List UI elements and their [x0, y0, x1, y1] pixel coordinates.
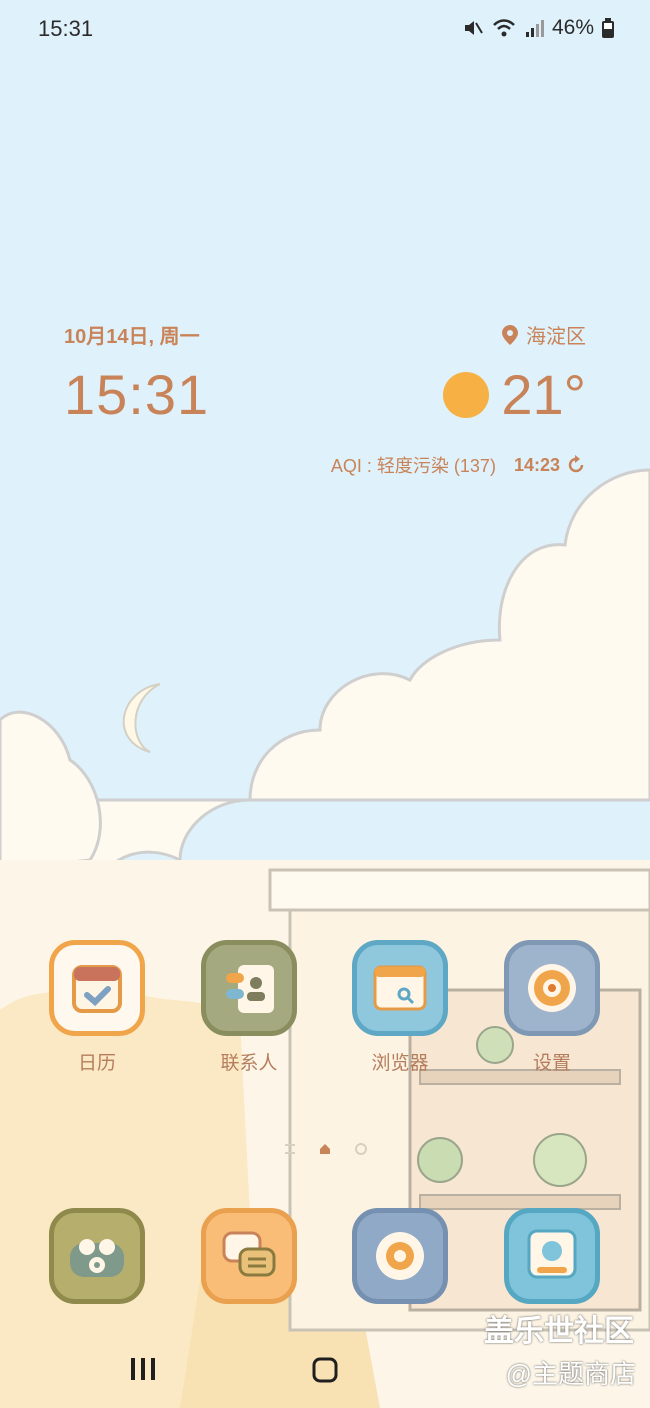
aqi-label: AQI : 轻度污染 (137)	[330, 456, 496, 476]
home-page-icon[interactable]	[319, 1143, 331, 1155]
camera-icon	[352, 1208, 448, 1304]
location-label: 海淀区	[526, 326, 586, 348]
page-dot-icon[interactable]	[355, 1143, 367, 1155]
wallpaper	[0, 0, 650, 1408]
app-label: 日历	[77, 1053, 116, 1074]
temperature-value: 21°	[501, 363, 586, 426]
status-bar: 15:31 46%	[0, 0, 650, 60]
dock-messages[interactable]	[199, 1208, 299, 1304]
app-contacts[interactable]: 联系人	[199, 940, 299, 1075]
status-time: 15:31	[38, 16, 94, 41]
page-indicator[interactable]	[285, 1143, 367, 1155]
sunny-icon	[443, 371, 490, 418]
gallery-icon	[504, 1208, 600, 1304]
app-label: 设置	[532, 1053, 571, 1074]
refresh-icon[interactable]	[566, 455, 586, 475]
app-label: 浏览器	[371, 1053, 429, 1074]
recent-apps-icon[interactable]	[130, 1357, 156, 1381]
app-settings[interactable]: 设置	[502, 940, 602, 1075]
dock-camera[interactable]	[350, 1208, 450, 1304]
app-browser[interactable]: 浏览器	[350, 940, 450, 1075]
widget-date[interactable]: 10月14日, 周一	[64, 320, 200, 349]
browser-icon	[352, 940, 448, 1036]
weather-aqi-row[interactable]: AQI : 轻度污染 (137) 14:23	[331, 452, 586, 478]
weather-location[interactable]: 海淀区	[502, 320, 586, 349]
battery-icon	[602, 18, 614, 38]
home-button-icon[interactable]	[312, 1357, 338, 1383]
update-time: 14:23	[513, 454, 560, 475]
app-calendar[interactable]: 日历	[47, 940, 147, 1075]
status-icons: 46%	[462, 16, 614, 40]
phone-icon	[49, 1208, 145, 1304]
wifi-icon	[493, 19, 515, 37]
location-pin-icon	[502, 324, 518, 345]
weather-temperature[interactable]: 21°	[443, 362, 586, 427]
dock-phone[interactable]	[47, 1208, 147, 1304]
settings-gear-icon	[504, 940, 600, 1036]
calendar-icon	[49, 940, 145, 1036]
weather-update[interactable]: 14:23	[514, 455, 586, 476]
signal-icon	[525, 20, 544, 37]
menu-lines-icon[interactable]	[285, 1144, 295, 1154]
app-label: 联系人	[220, 1053, 278, 1074]
dock-gallery[interactable]	[502, 1208, 602, 1304]
battery-percent: 46%	[551, 16, 594, 39]
mute-icon	[464, 21, 483, 35]
navigation-bar	[0, 1335, 650, 1408]
contacts-icon	[201, 940, 297, 1036]
messages-icon	[201, 1208, 297, 1304]
widget-clock[interactable]: 15:31	[64, 362, 209, 427]
